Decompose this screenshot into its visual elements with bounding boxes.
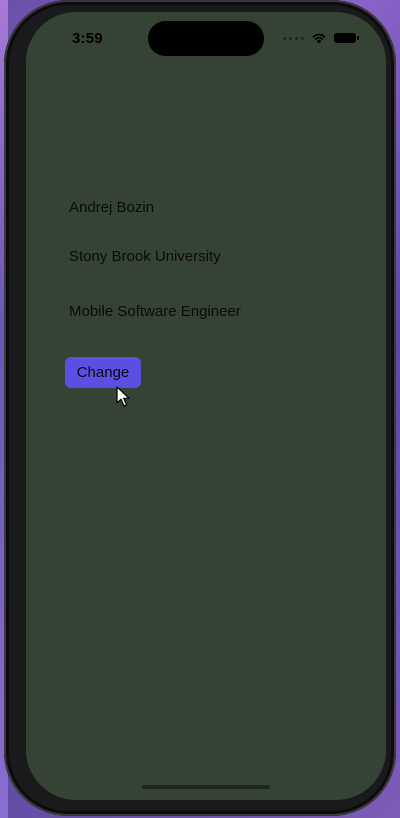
mouse-pointer-icon <box>116 386 130 407</box>
battery-icon <box>334 33 359 43</box>
signal-dots-icon <box>283 36 304 40</box>
phone-frame: 3:59 Andrej Bozin Stony Brook University… <box>4 0 396 816</box>
university-label: Stony Brook University <box>69 248 221 265</box>
status-icons <box>283 32 359 44</box>
phone-screen: 3:59 Andrej Bozin Stony Brook University… <box>26 12 386 800</box>
role-label: Mobile Software Engineer <box>69 303 241 320</box>
home-indicator[interactable] <box>142 785 270 789</box>
wifi-icon <box>312 33 326 44</box>
status-time: 3:59 <box>72 30 103 47</box>
change-button[interactable]: Change <box>65 357 141 388</box>
name-label: Andrej Bozin <box>69 199 155 216</box>
dynamic-island <box>148 21 264 56</box>
